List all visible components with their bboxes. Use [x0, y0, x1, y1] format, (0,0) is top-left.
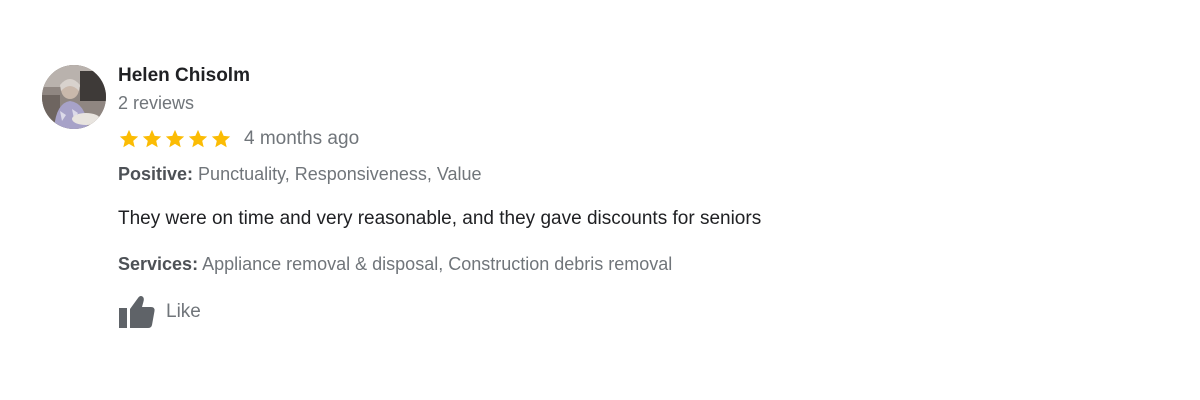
- review-text: They were on time and very reasonable, a…: [118, 208, 762, 229]
- reviewer-name[interactable]: Helen Chisolm: [118, 64, 1118, 88]
- star-icon: [165, 129, 185, 148]
- review-body: Helen Chisolm 2 reviews 4 months ago Pos…: [118, 64, 1118, 335]
- like-label: Like: [166, 301, 201, 322]
- star-rating: [118, 128, 232, 150]
- star-icon: [142, 129, 162, 148]
- reviewer-review-count[interactable]: 2 reviews: [118, 91, 1118, 115]
- star-icon: [188, 129, 208, 148]
- positive-label: Positive:: [118, 164, 194, 184]
- positive-attributes: Positive: Punctuality, Responsiveness, V…: [118, 162, 1118, 186]
- positive-value: Punctuality, Responsiveness, Value: [198, 164, 482, 184]
- rating-row: 4 months ago: [118, 126, 1118, 152]
- star-icon: [211, 129, 231, 148]
- avatar[interactable]: [42, 65, 106, 129]
- services-value: Appliance removal & disposal, Constructi…: [202, 254, 673, 274]
- star-icon: [119, 129, 139, 148]
- thumbs-up-icon: [119, 296, 155, 328]
- review-time: 4 months ago: [244, 128, 360, 149]
- avatar-photo: [42, 65, 106, 129]
- like-button[interactable]: Like: [118, 294, 201, 330]
- services-attributes: Services: Appliance removal & disposal, …: [118, 252, 1118, 276]
- services-label: Services:: [118, 254, 199, 274]
